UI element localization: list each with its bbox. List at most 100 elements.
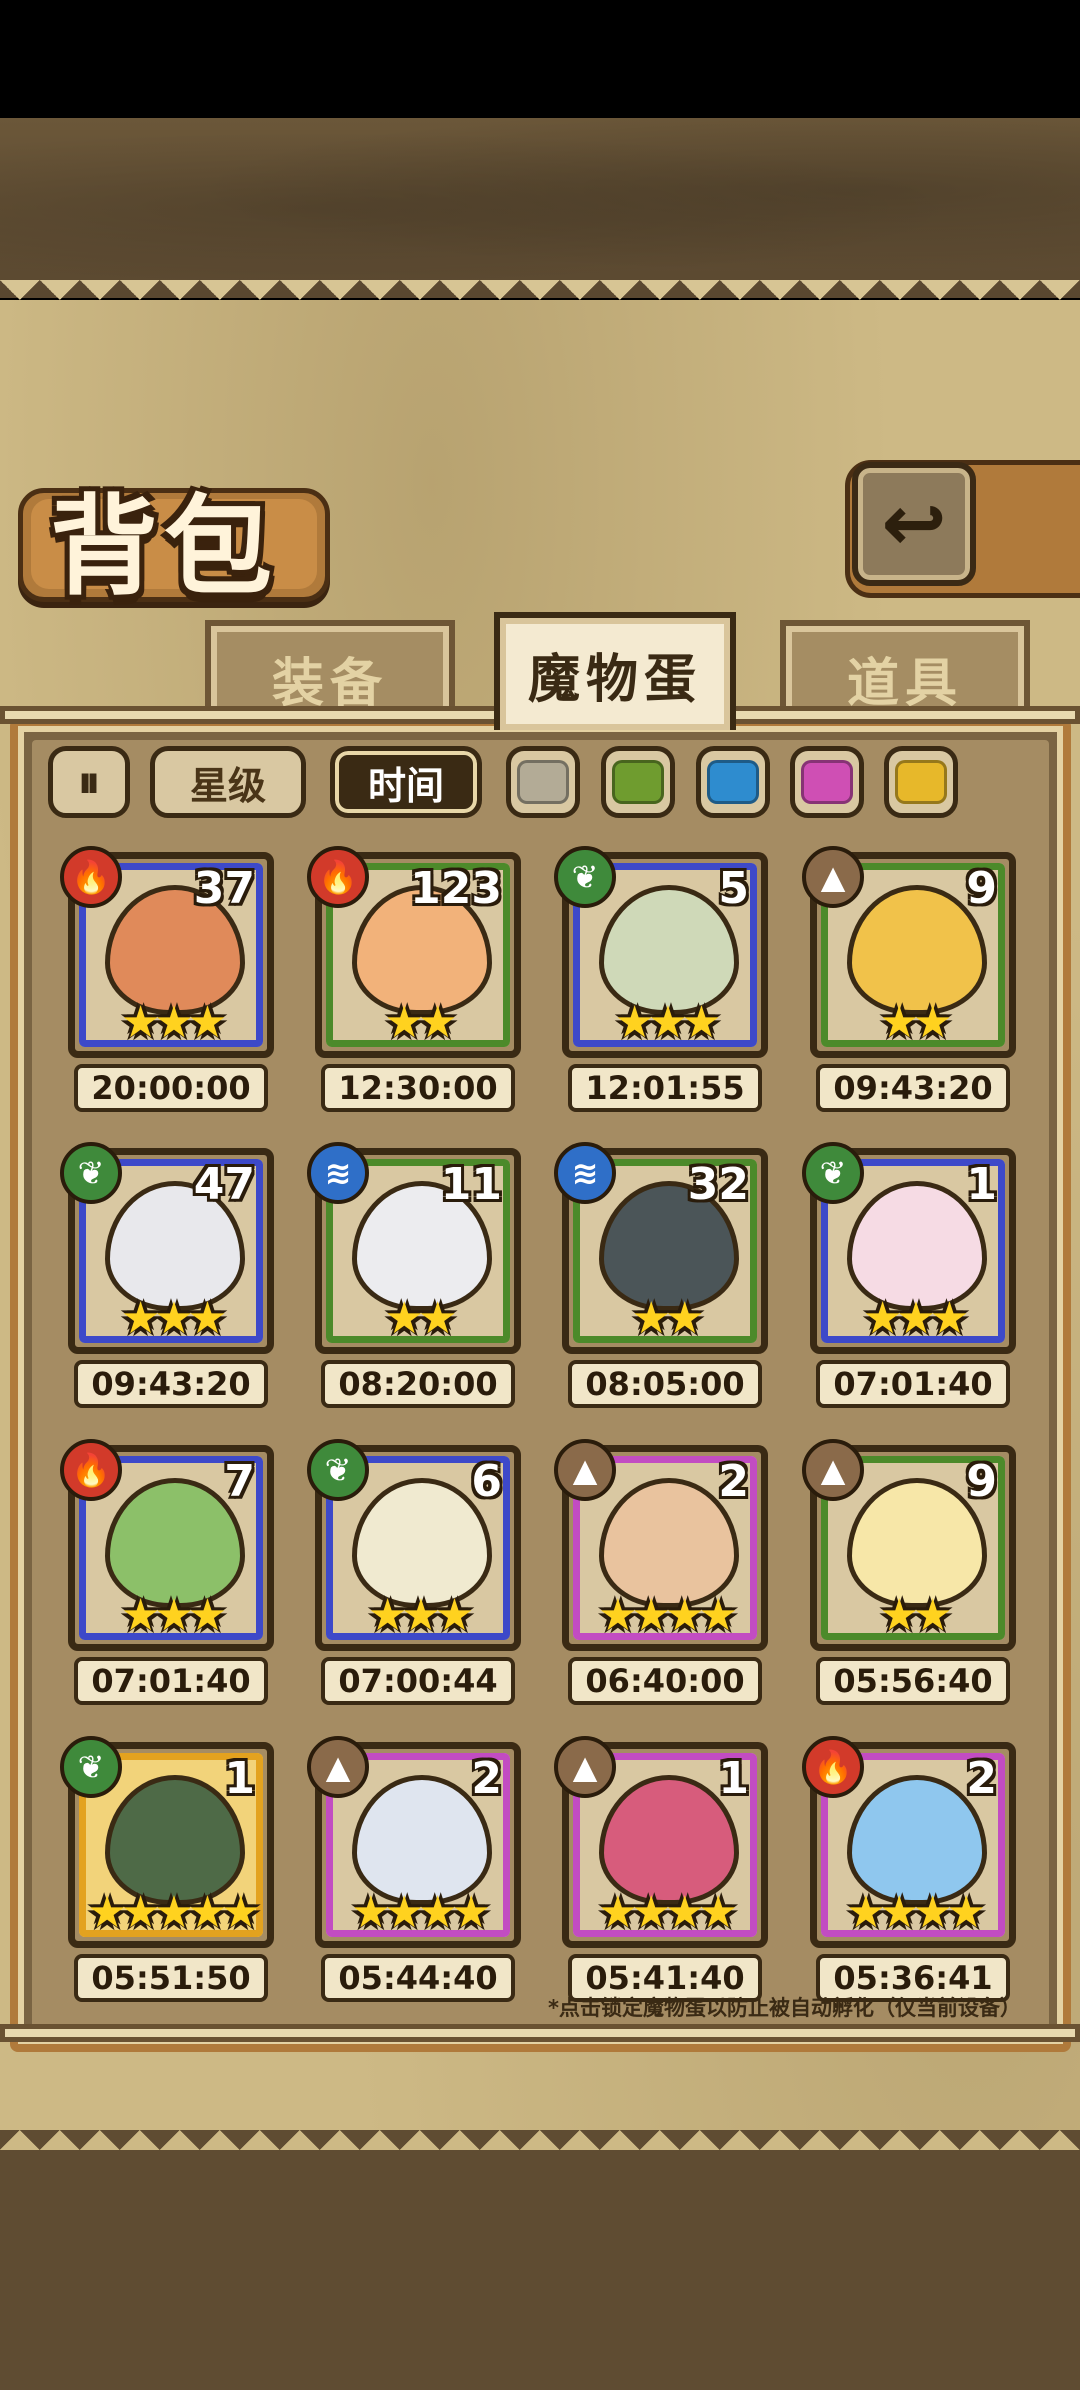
water-element-icon: ≋ — [307, 1142, 369, 1204]
hatch-timer: 07:00:44 — [321, 1657, 515, 1705]
filter-blue[interactable] — [696, 746, 770, 818]
filter-pink[interactable] — [790, 746, 864, 818]
hatch-timer: 07:01:40 — [74, 1657, 268, 1705]
egg-count: 32 — [687, 1159, 749, 1210]
egg-stars: ★★ — [631, 1293, 705, 1344]
torn-edge-top — [0, 280, 1080, 320]
nature-element-icon: ❦ — [307, 1439, 369, 1501]
swatch-gray — [517, 760, 569, 804]
back-button[interactable]: ↩ — [852, 462, 976, 586]
egg-slot[interactable]: 9 ★★ ▲ 09:43:20 — [802, 846, 1016, 1120]
hatch-timer: 06:40:00 — [568, 1657, 762, 1705]
egg-stars: ★★★ — [120, 1293, 227, 1344]
egg-count: 2 — [718, 1456, 749, 1507]
fire-element-icon: 🔥 — [802, 1736, 864, 1798]
earth-element-icon: ▲ — [307, 1736, 369, 1798]
nature-element-icon: ❦ — [802, 1142, 864, 1204]
egg-stars: ★★★★ — [846, 1887, 986, 1938]
egg-slot[interactable]: 47 ★★★ ❦ 09:43:20 — [60, 1142, 274, 1416]
sort-star-button[interactable]: 星级 — [150, 746, 306, 818]
egg-count: 37 — [193, 863, 255, 914]
egg-slot[interactable]: 1 ★★★ ❦ 07:01:40 — [802, 1142, 1016, 1416]
egg-count: 2 — [966, 1753, 997, 1804]
egg-slot[interactable]: 7 ★★★ 🔥 07:01:40 — [60, 1439, 274, 1713]
earth-element-icon: ▲ — [554, 1439, 616, 1501]
egg-slot[interactable]: 6 ★★★ ❦ 07:00:44 — [307, 1439, 521, 1713]
egg-count: 11 — [440, 1159, 502, 1210]
egg-stars: ★★ — [384, 1293, 458, 1344]
earth-element-icon: ▲ — [554, 1736, 616, 1798]
swatch-pink — [801, 760, 853, 804]
hatch-timer: 12:01:55 — [568, 1064, 762, 1112]
page-title: 背包 — [50, 485, 279, 610]
nature-element-icon: ❦ — [554, 846, 616, 908]
egg-stars: ★★★ — [120, 1590, 227, 1641]
lock-hint-note: *点击锁定魔物蛋以防止被自动孵化（仅当前设备） — [548, 1996, 1021, 2020]
egg-slot[interactable]: 1 ★★★★★ ❦ 05:51:50 — [60, 1736, 274, 2010]
fire-element-icon: 🔥 — [60, 846, 122, 908]
egg-count: 9 — [966, 863, 997, 914]
egg-count: 1 — [966, 1159, 997, 1210]
egg-slot[interactable]: 11 ★★ ≋ 08:20:00 — [307, 1142, 521, 1416]
egg-slot[interactable]: 37 ★★★ 🔥 20:00:00 — [60, 846, 274, 1120]
panel-rail-bottom — [0, 2024, 1080, 2042]
egg-count: 2 — [471, 1753, 502, 1804]
egg-stars: ★★★ — [120, 997, 227, 1048]
egg-stars: ★★★ — [614, 997, 721, 1048]
egg-stars: ★★★ — [367, 1590, 474, 1641]
egg-stars: ★★ — [879, 997, 953, 1048]
egg-count: 123 — [410, 863, 502, 914]
sort-toggle-icon: ⏸ — [78, 756, 100, 808]
egg-slot[interactable]: 1 ★★★★ ▲ 05:41:40 — [554, 1736, 768, 2010]
filter-yellow[interactable] — [884, 746, 958, 818]
egg-stars: ★★★★★ — [87, 1887, 260, 1938]
sort-time-button[interactable]: 时间 — [330, 746, 482, 818]
egg-stars: ★★★ — [862, 1293, 969, 1344]
hatch-timer: 09:43:20 — [74, 1360, 268, 1408]
egg-count: 7 — [224, 1456, 255, 1507]
hatch-timer: 05:44:40 — [321, 1954, 515, 2002]
hatch-timer: 12:30:00 — [321, 1064, 515, 1112]
egg-stars: ★★★★ — [598, 1590, 738, 1641]
egg-count: 5 — [718, 863, 749, 914]
earth-element-icon: ▲ — [802, 1439, 864, 1501]
egg-stars: ★★ — [384, 997, 458, 1048]
egg-stars: ★★★★ — [598, 1887, 738, 1938]
egg-count: 9 — [966, 1456, 997, 1507]
map-background-top — [0, 118, 1080, 298]
fire-element-icon: 🔥 — [307, 846, 369, 908]
egg-slot[interactable]: 2 ★★★★ 🔥 05:36:41 — [802, 1736, 1016, 2010]
hatch-timer: 08:05:00 — [568, 1360, 762, 1408]
status-bar-area — [0, 0, 1080, 118]
egg-slot[interactable]: 5 ★★★ ❦ 12:01:55 — [554, 846, 768, 1120]
egg-count: 6 — [471, 1456, 502, 1507]
tab-monster-eggs[interactable]: 魔物蛋 — [494, 612, 736, 730]
egg-count: 1 — [224, 1753, 255, 1804]
hatch-timer: 07:01:40 — [816, 1360, 1010, 1408]
egg-slot[interactable]: 2 ★★★★ ▲ 06:40:00 — [554, 1439, 768, 1713]
hatch-timer: 05:56:40 — [816, 1657, 1010, 1705]
nature-element-icon: ❦ — [60, 1736, 122, 1798]
map-background-bottom — [0, 2130, 1080, 2390]
water-element-icon: ≋ — [554, 1142, 616, 1204]
egg-slot[interactable]: 32 ★★ ≋ 08:05:00 — [554, 1142, 768, 1416]
egg-slot[interactable]: 2 ★★★★ ▲ 05:44:40 — [307, 1736, 521, 2010]
torn-edge-bottom — [0, 2110, 1080, 2150]
swatch-green — [612, 760, 664, 804]
egg-count: 1 — [718, 1753, 749, 1804]
hatch-timer: 09:43:20 — [816, 1064, 1010, 1112]
earth-element-icon: ▲ — [802, 846, 864, 908]
nature-element-icon: ❦ — [60, 1142, 122, 1204]
egg-count: 47 — [193, 1159, 255, 1210]
hatch-timer: 08:20:00 — [321, 1360, 515, 1408]
egg-slot[interactable]: 9 ★★ ▲ 05:56:40 — [802, 1439, 1016, 1713]
swatch-yellow — [895, 760, 947, 804]
hatch-timer: 20:00:00 — [74, 1064, 268, 1112]
swatch-blue — [707, 760, 759, 804]
sort-toggle-button[interactable]: ⏸ — [48, 746, 130, 818]
filter-green[interactable] — [601, 746, 675, 818]
egg-stars: ★★ — [879, 1590, 953, 1641]
filter-gray[interactable] — [506, 746, 580, 818]
egg-slot[interactable]: 123 ★★ 🔥 12:30:00 — [307, 846, 521, 1120]
hatch-timer: 05:51:50 — [74, 1954, 268, 2002]
